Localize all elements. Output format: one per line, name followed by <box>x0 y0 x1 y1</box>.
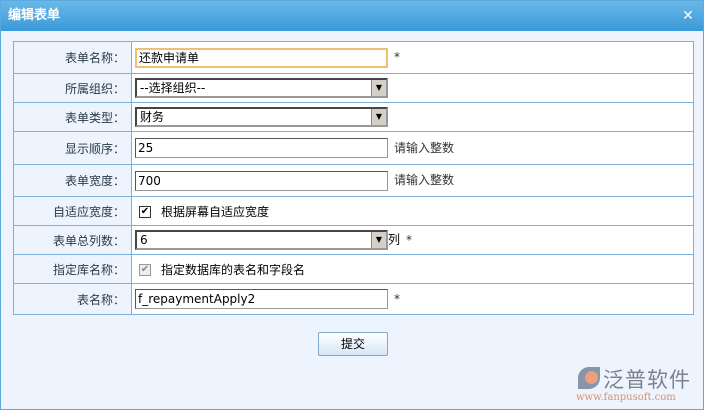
columns-label: 表单总列数： <box>13 225 132 255</box>
required-mark: * <box>406 232 413 247</box>
required-mark: * <box>394 291 400 306</box>
type-select-value: 财务 <box>140 110 165 124</box>
logo-url: www.fanpusoft.com <box>576 392 676 403</box>
dialog-title: 编辑表单 <box>8 8 61 23</box>
dbname-label: 指定库名称： <box>13 254 132 284</box>
logo-name: 泛普软件 <box>603 368 691 392</box>
columns-unit: 列 <box>388 232 401 247</box>
columns-select[interactable]: 6 ▼ <box>135 230 388 250</box>
dialog-title-bar: 编辑表单 ✕ <box>1 1 703 31</box>
dbname-checkbox: ✔ <box>139 264 151 276</box>
logo-icon <box>578 367 600 389</box>
order-hint: 请输入整数 <box>394 140 455 155</box>
form-name-label: 表单名称： <box>13 41 132 74</box>
org-label: 所属组织： <box>13 73 132 103</box>
chevron-down-icon[interactable]: ▼ <box>371 109 386 125</box>
edit-form-table: 表单名称： 还款申请单 * 所属组织： --选择组织-- ▼ 表单类型： 财务 ▼ 显… <box>13 41 694 315</box>
form-name-input[interactable]: 还款申请单 <box>135 47 388 68</box>
dbname-text: 指定数据库的表名和字段名 <box>161 262 306 277</box>
order-label: 显示顺序： <box>13 131 132 165</box>
columns-select-value: 6 <box>140 233 148 247</box>
table-name-label: 表名称： <box>13 283 132 315</box>
logo: 泛普软件 www.fanpusoft.com <box>576 364 691 403</box>
chevron-down-icon[interactable]: ▼ <box>371 80 386 96</box>
org-select[interactable]: --选择组织-- ▼ <box>135 78 388 98</box>
adaptive-checkbox[interactable]: ✔ <box>139 206 151 218</box>
adaptive-label: 自适应宽度： <box>13 196 132 226</box>
width-label: 表单宽度： <box>13 164 132 197</box>
width-input[interactable]: 700 <box>135 170 388 191</box>
required-mark: * <box>394 50 400 64</box>
org-select-value: --选择组织-- <box>140 81 206 95</box>
order-input[interactable]: 25 <box>135 138 388 158</box>
type-select[interactable]: 财务 ▼ <box>135 107 388 127</box>
width-hint: 请输入整数 <box>394 173 455 187</box>
close-icon[interactable]: ✕ <box>681 9 695 23</box>
type-label: 表单类型： <box>13 102 132 132</box>
adaptive-text: 根据屏幕自适应宽度 <box>161 204 270 219</box>
submit-button[interactable]: 提交 <box>318 332 388 356</box>
chevron-down-icon[interactable]: ▼ <box>371 232 386 248</box>
table-name-input[interactable]: f_repaymentApply2 <box>135 289 388 309</box>
